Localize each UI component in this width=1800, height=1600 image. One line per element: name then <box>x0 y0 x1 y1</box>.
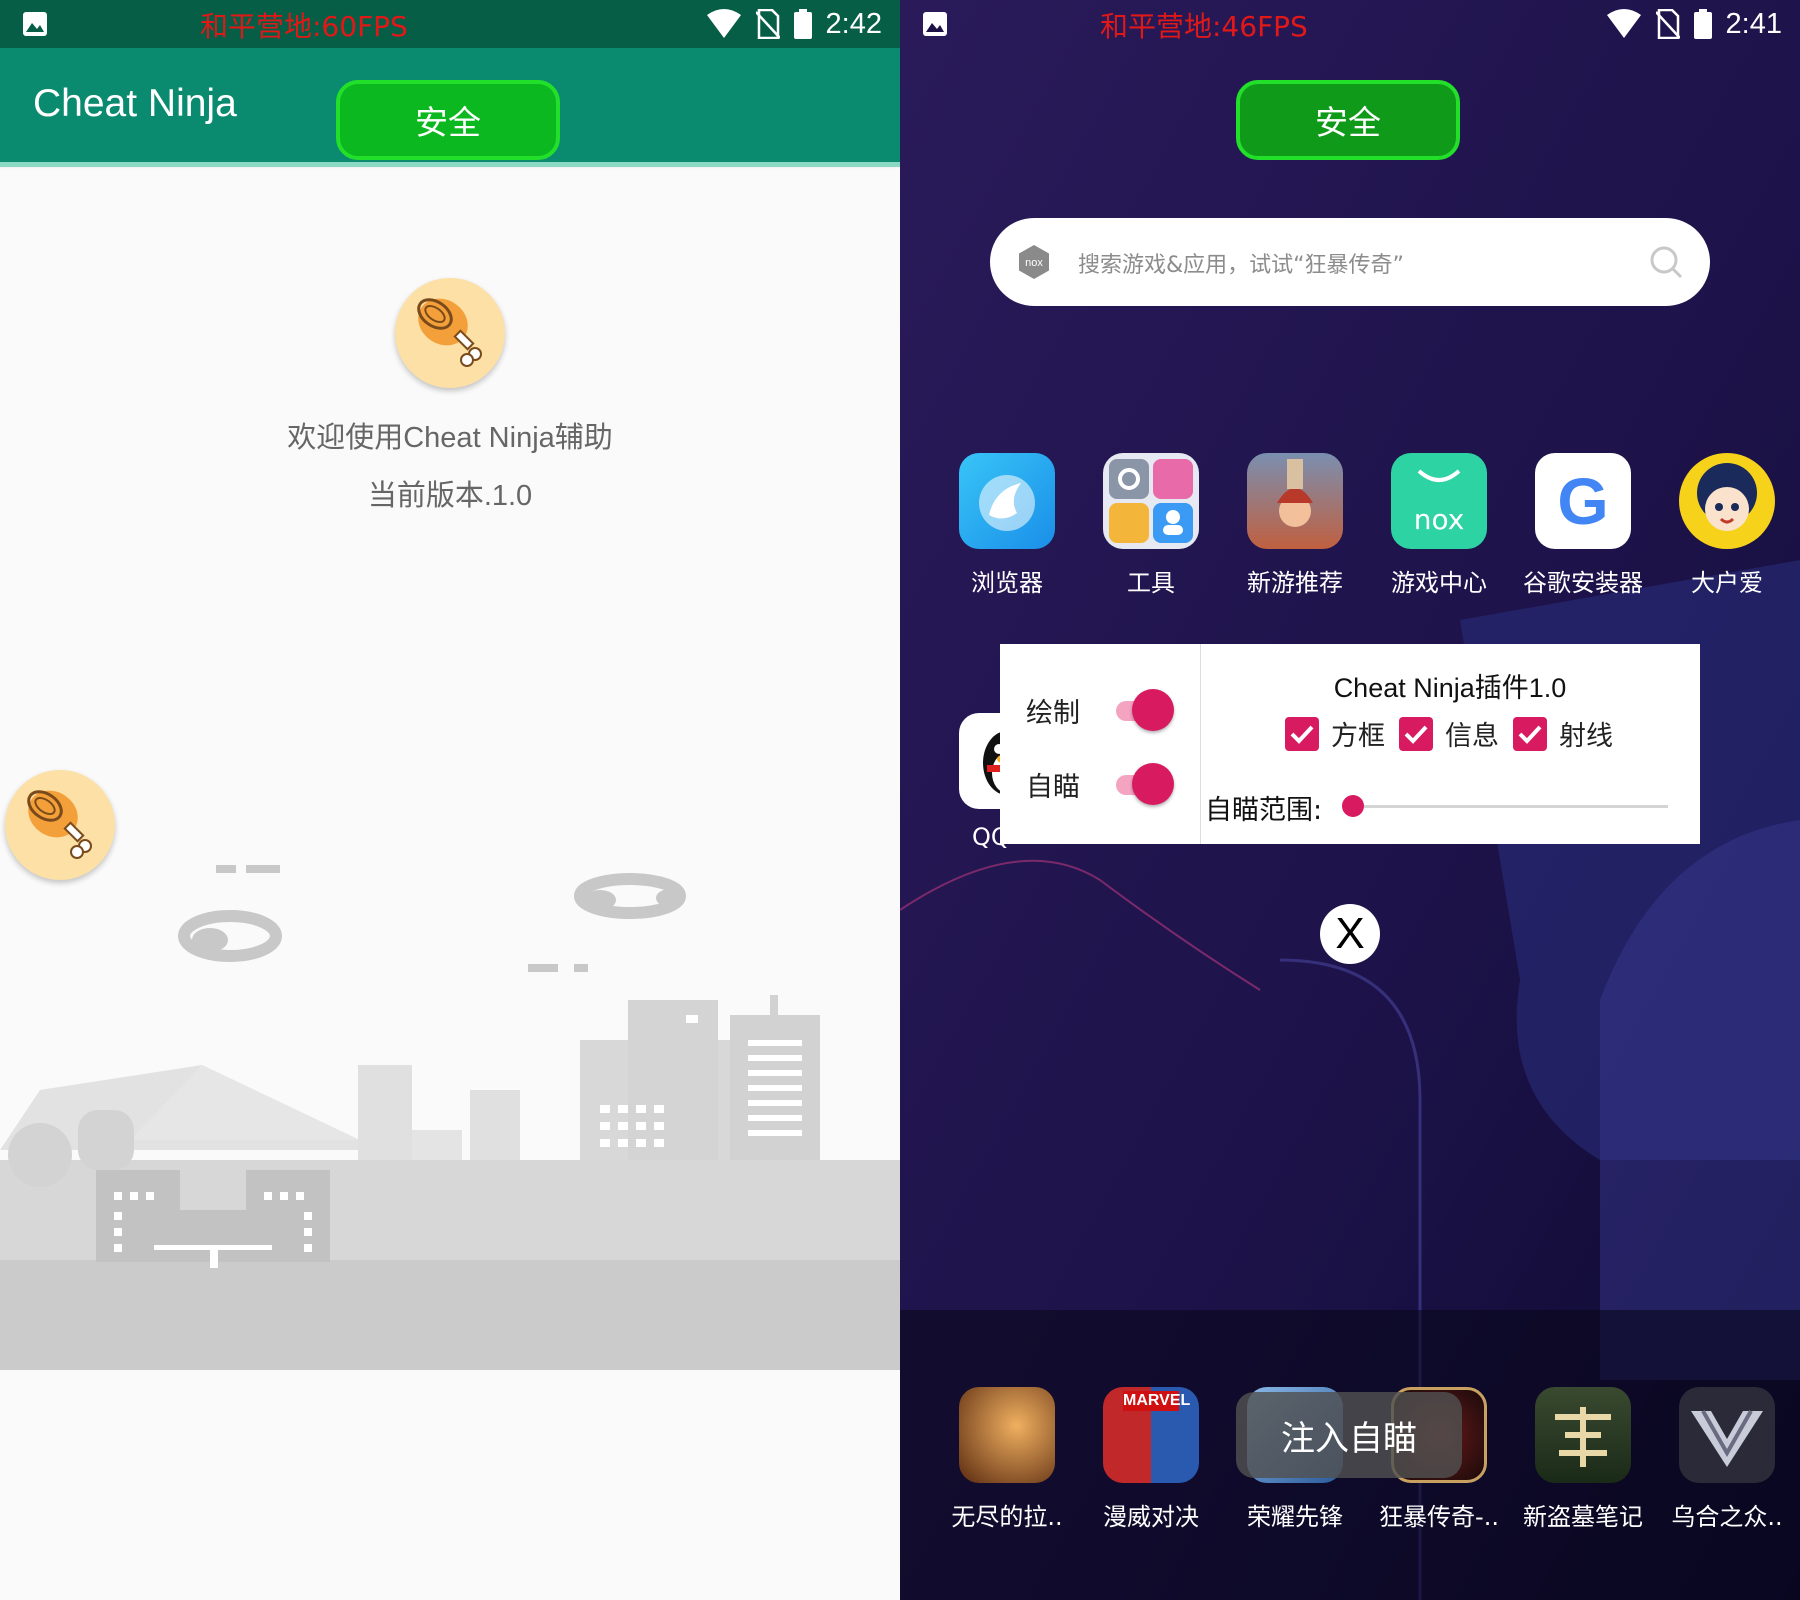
anime-girl-icon <box>1679 453 1775 549</box>
app-label: 大户爱 <box>1691 569 1763 597</box>
app-label: 游戏中心 <box>1391 569 1487 597</box>
app-game-center[interactable]: nox 游戏中心 <box>1374 453 1504 598</box>
panel-title: Cheat Ninja插件1.0 <box>1333 673 1567 703</box>
city-illustration <box>0 865 900 1370</box>
status-bar: 和平营地:46FPS 2:41 <box>900 0 1800 48</box>
no-sim-icon <box>1655 9 1680 39</box>
app-title: Cheat Ninja <box>33 82 237 125</box>
app-label: 漫威对决 <box>1103 1503 1199 1531</box>
cheat-plugin-panel: 绘制 自瞄 Cheat Ninja插件1.0 方框 信息 射线 自瞄范围: <box>1000 644 1700 844</box>
app-label: 工具 <box>1127 569 1175 597</box>
app-new-games[interactable]: 新游推荐 <box>1230 453 1360 598</box>
mob-game-icon <box>1679 1387 1775 1483</box>
app-bar-divider <box>0 162 900 167</box>
safe-button[interactable]: 安全 <box>1236 80 1460 160</box>
draw-toggle[interactable] <box>1110 688 1174 732</box>
status-bar: 和平营地:60FPS 2:42 <box>0 0 900 48</box>
google-g-glyph: G <box>1557 464 1609 538</box>
option-checkboxes: 方框 信息 射线 <box>1285 714 1613 753</box>
toggle-column: 绘制 自瞄 <box>1000 644 1201 844</box>
close-panel-button[interactable]: X <box>1320 904 1380 964</box>
app-tools[interactable]: 工具 <box>1086 453 1216 598</box>
welcome-text: 欢迎使用Cheat Ninja辅助 <box>287 422 613 454</box>
aim-range-label: 自瞄范围: <box>1205 795 1323 826</box>
info-checkbox[interactable]: 信息 <box>1399 714 1499 753</box>
wifi-icon <box>706 9 741 38</box>
dock-app-endless[interactable]: 无尽的拉.. <box>942 1387 1072 1532</box>
draw-toggle-label: 绘制 <box>1026 697 1080 729</box>
fps-label: 和平营地:60FPS <box>200 10 408 43</box>
check-icon <box>1513 716 1547 751</box>
box-checkbox-label: 方框 <box>1331 721 1385 752</box>
nox-game-center-icon: nox <box>1391 453 1487 549</box>
ray-checkbox[interactable]: 射线 <box>1513 714 1613 753</box>
app-label: 谷歌安装器 <box>1523 569 1643 597</box>
battery-icon <box>793 9 812 39</box>
info-checkbox-label: 信息 <box>1445 721 1499 752</box>
clock: 2:41 <box>1725 7 1782 40</box>
toast-message: 注入自瞄 <box>1236 1392 1462 1478</box>
search-input[interactable]: 搜索游戏&应用，试试“狂暴传奇” <box>1078 247 1404 279</box>
app-label: 新游推荐 <box>1247 569 1343 597</box>
aim-range-slider-thumb[interactable] <box>1342 795 1364 817</box>
app-google-installer[interactable]: G 谷歌安装器 <box>1518 453 1648 598</box>
status-icons: 2:42 <box>706 6 882 42</box>
wifi-icon <box>1606 9 1641 38</box>
battery-icon <box>1693 9 1712 39</box>
check-icon <box>1399 716 1433 751</box>
version-text: 当前版本.1.0 <box>367 480 533 512</box>
search-icon[interactable] <box>1648 244 1684 280</box>
app-label: 无尽的拉.. <box>951 1503 1063 1531</box>
drumstick-logo-icon <box>395 278 505 388</box>
new-games-icon <box>1247 453 1343 549</box>
marvel-icon: MARVEL <box>1103 1387 1199 1483</box>
app-browser[interactable]: 浏览器 <box>942 453 1072 598</box>
tools-icon <box>1103 453 1199 549</box>
dock-app-tomb[interactable]: 新盗墓笔记 <box>1518 1387 1648 1532</box>
browser-icon <box>959 453 1055 549</box>
draw-toggle-row: 绘制 <box>1026 688 1174 732</box>
google-installer-icon: G <box>1535 453 1631 549</box>
fps-label: 和平营地:46FPS <box>1100 10 1308 43</box>
app-label: 浏览器 <box>971 569 1043 597</box>
app-label: 乌合之众.. <box>1671 1503 1783 1531</box>
app-dahuai[interactable]: 大户爱 <box>1662 453 1792 598</box>
check-icon <box>1285 716 1319 751</box>
app-label: 狂暴传奇-.. <box>1379 1503 1499 1531</box>
nox-icon-text: nox <box>1413 503 1465 536</box>
aim-toggle-label: 自瞄 <box>1026 771 1080 803</box>
dock-app-marvel[interactable]: MARVEL 漫威对决 <box>1086 1387 1216 1532</box>
clock: 2:42 <box>825 7 882 40</box>
left-screen: 和平营地:60FPS 2:42 Cheat Ninja 安全 欢迎使用Cheat… <box>0 0 900 1600</box>
no-sim-icon <box>755 9 780 39</box>
box-checkbox[interactable]: 方框 <box>1285 714 1385 753</box>
marvel-logo-text: MARVEL <box>1123 1391 1191 1411</box>
dock-app-mob[interactable]: 乌合之众.. <box>1662 1387 1792 1532</box>
safe-button[interactable]: 安全 <box>336 80 560 160</box>
aim-range-slider-track[interactable] <box>1353 805 1668 808</box>
endless-game-icon <box>959 1387 1055 1483</box>
aim-toggle[interactable] <box>1110 762 1174 806</box>
gallery-notification-icon <box>23 12 47 36</box>
gallery-notification-icon <box>923 12 947 36</box>
aim-toggle-row: 自瞄 <box>1026 762 1174 806</box>
app-label: 荣耀先锋 <box>1247 1503 1343 1531</box>
nox-logo-icon: nox <box>1019 245 1049 279</box>
app-label: 新盗墓笔记 <box>1523 1503 1643 1531</box>
ray-checkbox-label: 射线 <box>1559 721 1613 752</box>
status-icons: 2:41 <box>1606 6 1782 42</box>
tomb-notes-icon <box>1535 1387 1631 1483</box>
search-bar[interactable]: nox 搜索游戏&应用，试试“狂暴传奇” <box>990 218 1710 306</box>
nox-logo-text: nox <box>1025 257 1043 269</box>
